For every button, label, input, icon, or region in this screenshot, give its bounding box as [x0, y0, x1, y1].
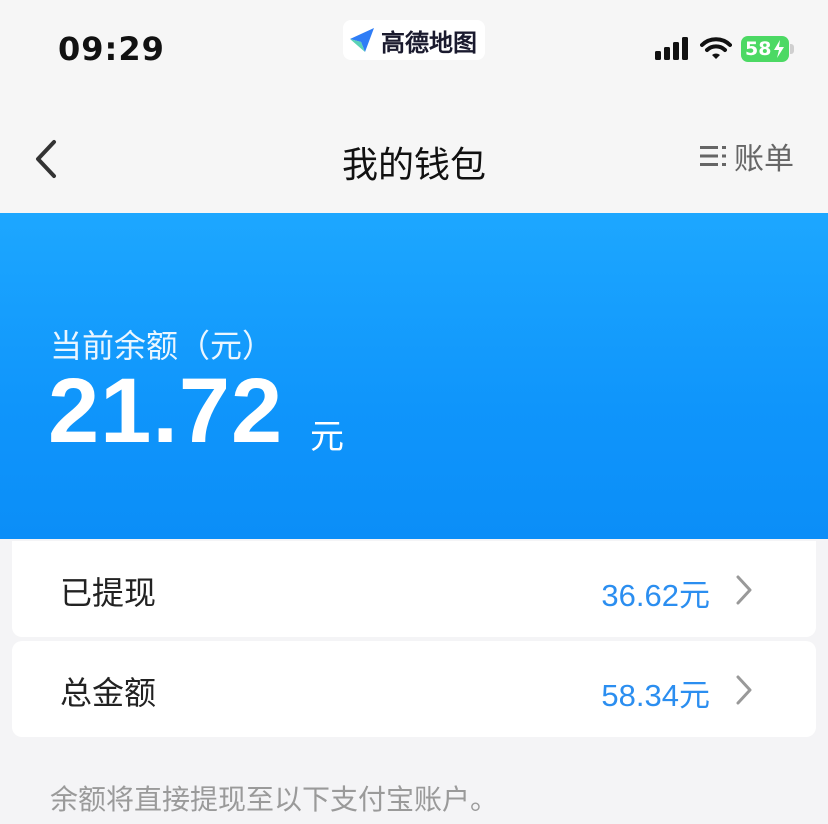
nav-bar: 我的钱包 账单	[0, 100, 828, 213]
chevron-right-icon	[736, 675, 752, 705]
balance-card: 当前余额（元） 21.72 元	[0, 213, 828, 539]
total-amount-row[interactable]: 总金额 58.34元	[12, 641, 816, 737]
bolt-icon	[774, 40, 784, 58]
withdrawn-value: 36.62元	[601, 578, 710, 613]
status-time: 09:29	[58, 30, 165, 68]
battery-percent: 58	[745, 38, 772, 60]
total-value: 58.34元	[601, 678, 710, 713]
app-name: 高德地图	[381, 28, 477, 57]
return-to-app-badge[interactable]: 高德地图	[343, 20, 485, 60]
battery-indicator: 58	[741, 36, 789, 62]
balance-amount: 21.72	[48, 360, 284, 462]
withdrawn-label: 已提现	[60, 574, 157, 612]
signal-icon	[655, 37, 688, 60]
total-label: 总金额	[60, 674, 157, 712]
balance-unit: 元	[310, 417, 344, 457]
withdraw-note: 余额将直接提现至以下支付宝账户。	[50, 783, 499, 816]
wifi-icon	[700, 37, 732, 59]
bill-button[interactable]: 账单	[700, 134, 794, 178]
status-bar: 09:29 高德地图 58	[0, 0, 828, 100]
list-icon	[700, 146, 726, 166]
withdrawn-row[interactable]: 已提现 36.62元	[12, 541, 816, 637]
battery-tip	[790, 44, 794, 54]
chevron-right-icon	[736, 575, 752, 605]
bill-label: 账单	[734, 142, 794, 177]
amap-logo-icon	[350, 28, 374, 52]
